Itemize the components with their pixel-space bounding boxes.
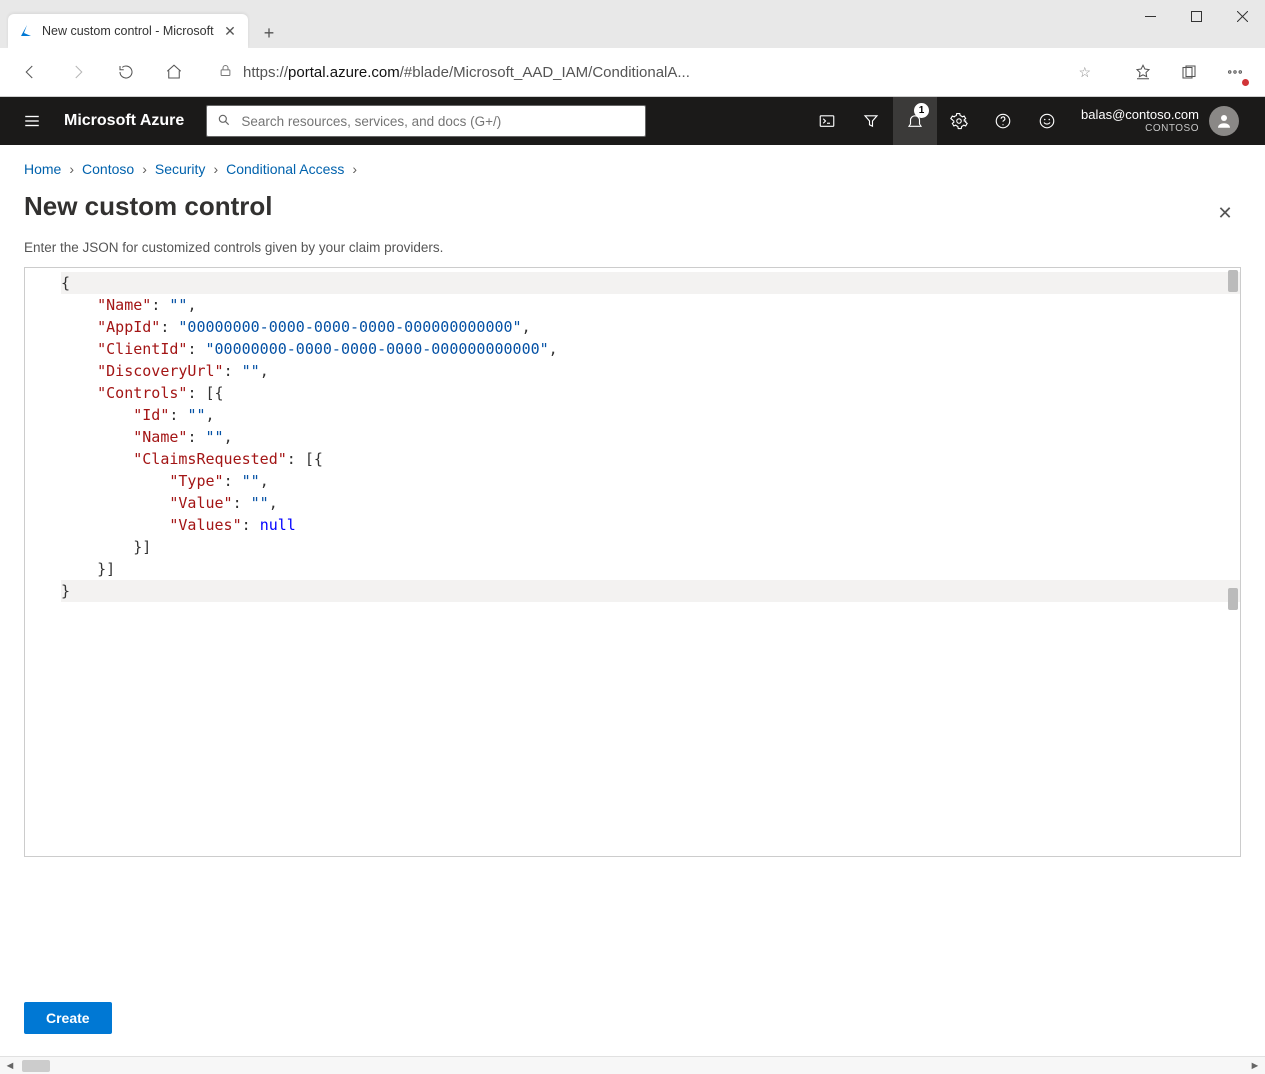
user-email: balas@contoso.com [1081,107,1199,123]
url-text: https://portal.azure.com/#blade/Microsof… [243,64,1068,81]
horizontal-scrollbar[interactable]: ◄ ► [0,1056,1265,1074]
browser-menu-icon[interactable] [1219,56,1251,88]
cloud-shell-icon[interactable] [805,97,849,145]
azure-top-bar: Microsoft Azure 1 balas@contoso.com CONT… [0,97,1265,145]
notifications-icon[interactable]: 1 [893,97,937,145]
portal-menu-button[interactable] [14,103,50,139]
address-bar[interactable]: https://portal.azure.com/#blade/Microsof… [206,55,1103,89]
feedback-icon[interactable] [1025,97,1069,145]
blade-description: Enter the JSON for customized controls g… [0,240,1265,267]
scroll-thumb[interactable] [22,1060,50,1072]
help-icon[interactable] [981,97,1025,145]
code-line[interactable]: "ClaimsRequested": [{ [61,448,1240,470]
create-button[interactable]: Create [24,1002,112,1034]
browser-home-button[interactable] [158,56,190,88]
code-line[interactable]: }] [61,558,1240,580]
settings-icon[interactable] [937,97,981,145]
avatar-icon [1209,106,1239,136]
browser-refresh-button[interactable] [110,56,142,88]
code-line[interactable]: "DiscoveryUrl": "", [61,360,1240,382]
lock-icon [218,63,233,81]
scroll-left-icon[interactable]: ◄ [2,1058,18,1074]
breadcrumb-item[interactable]: Security [155,161,206,177]
breadcrumb-item[interactable]: Conditional Access [226,161,344,177]
tab-close-icon[interactable]: ✕ [222,23,238,39]
notification-count: 1 [914,103,929,118]
directory-filter-icon[interactable] [849,97,893,145]
code-line[interactable]: { [61,272,1240,294]
close-blade-button[interactable]: ✕ [1209,198,1241,230]
blade-content: Home› Contoso› Security› Conditional Acc… [0,145,1265,1074]
code-line[interactable]: "Value": "", [61,492,1240,514]
breadcrumb: Home› Contoso› Security› Conditional Acc… [0,145,1265,177]
browser-chrome: New custom control - Microsoft ✕ + https… [0,0,1265,97]
search-icon [217,113,231,130]
brand-label[interactable]: Microsoft Azure [64,112,184,130]
new-tab-button[interactable]: + [254,18,284,48]
tab-title: New custom control - Microsoft [42,24,214,38]
user-org: CONTOSO [1145,123,1199,135]
code-line[interactable]: "Name": "", [61,426,1240,448]
page-title: New custom control [24,191,272,222]
editor-scrollbar-thumb[interactable] [1228,588,1238,610]
code-line[interactable]: "Id": "", [61,404,1240,426]
window-maximize-button[interactable] [1173,0,1219,32]
json-editor[interactable]: { "Name": "", "AppId": "00000000-0000-00… [24,267,1241,857]
window-minimize-button[interactable] [1127,0,1173,32]
global-search[interactable] [206,105,646,137]
azure-favicon-icon [18,23,34,39]
code-line[interactable]: }] [61,536,1240,558]
browser-tab[interactable]: New custom control - Microsoft ✕ [8,14,248,48]
browser-forward-button [62,56,94,88]
collections-icon[interactable] [1173,56,1205,88]
global-search-input[interactable] [239,113,635,130]
editor-scrollbar-thumb[interactable] [1228,270,1238,292]
code-line[interactable]: } [61,580,1240,602]
window-close-button[interactable] [1219,0,1265,32]
breadcrumb-item[interactable]: Home [24,161,61,177]
breadcrumb-item[interactable]: Contoso [82,161,134,177]
favorite-icon[interactable]: ☆ [1078,64,1091,81]
account-menu[interactable]: balas@contoso.com CONTOSO [1069,106,1251,136]
scroll-right-icon[interactable]: ► [1247,1058,1263,1074]
code-line[interactable]: "Name": "", [61,294,1240,316]
code-line[interactable]: "AppId": "00000000-0000-0000-0000-000000… [61,316,1240,338]
code-line[interactable]: "Controls": [{ [61,382,1240,404]
favorites-list-icon[interactable] [1127,56,1159,88]
code-line[interactable]: "Values": null [61,514,1240,536]
browser-back-button[interactable] [14,56,46,88]
code-line[interactable]: "Type": "", [61,470,1240,492]
code-line[interactable]: "ClientId": "00000000-0000-0000-0000-000… [61,338,1240,360]
